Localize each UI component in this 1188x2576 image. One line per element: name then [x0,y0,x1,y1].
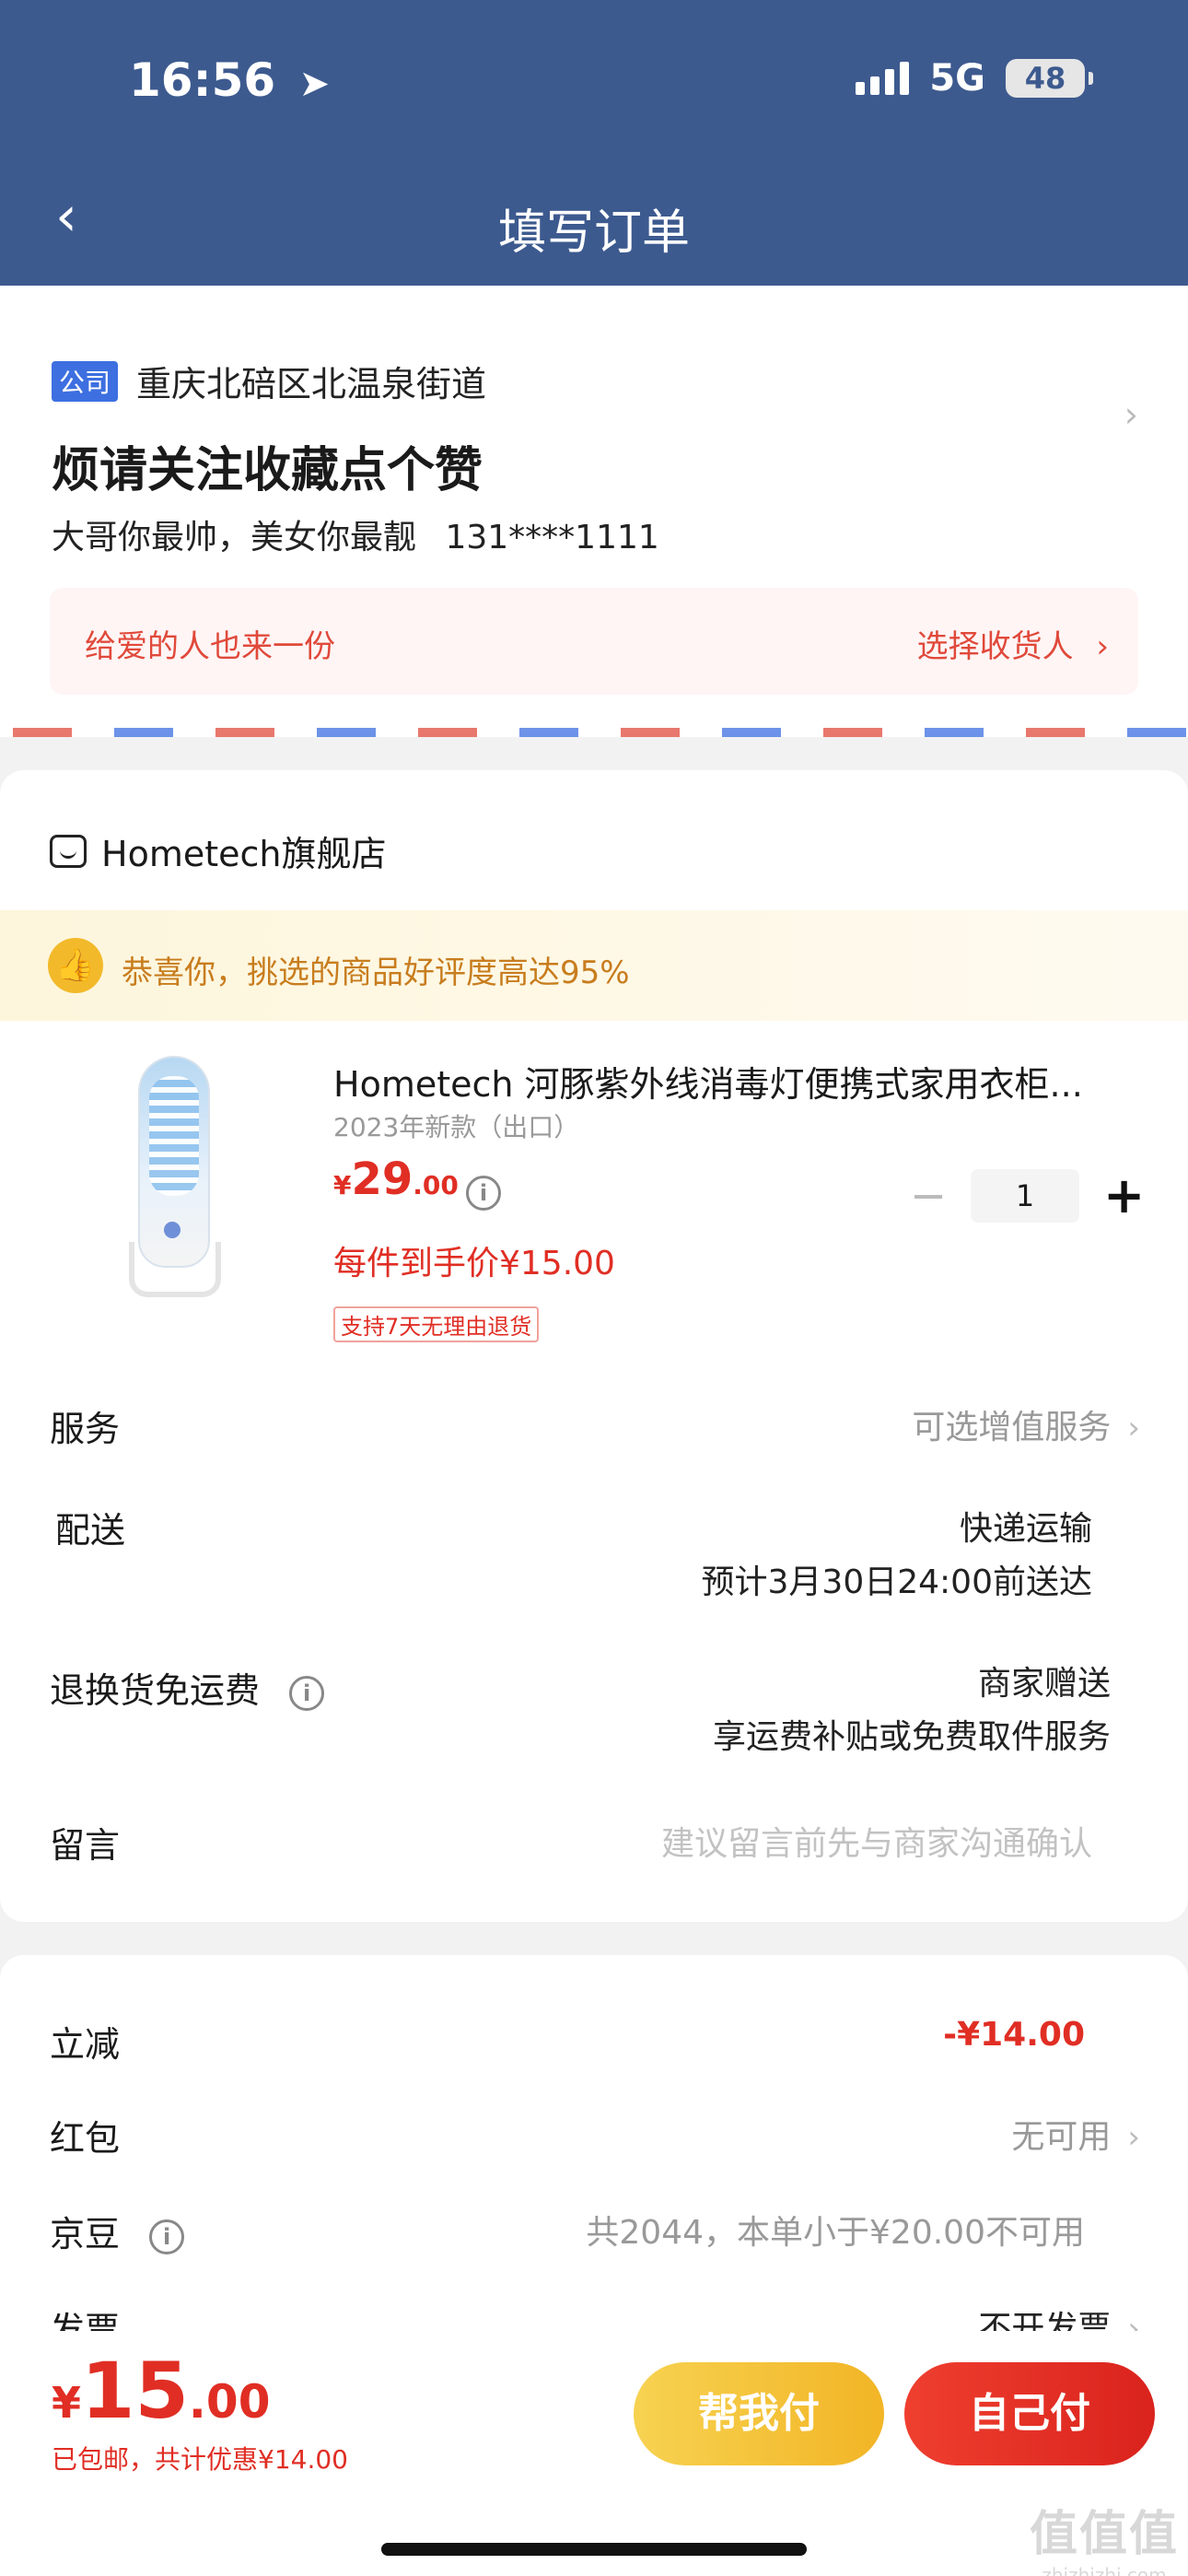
help-pay-button[interactable]: 帮我付 [634,2362,884,2465]
redpacket-row[interactable]: 无可用 › [1011,2110,1140,2158]
return-fee-label: 退换货免运费 i [50,1662,325,1713]
discount-value: -¥14.00 [943,2016,1085,2054]
address-region: 重庆北碚区北温泉街道 [136,364,487,404]
watermark: 值值值 zhizhizhi.com [1030,2495,1179,2576]
total-integer: 15 [81,2346,189,2436]
delivery-method[interactable]: 快递运输 [960,1502,1092,1550]
status-icons: 5G 48 [856,57,1093,100]
delivery-eta: 预计3月30日24:00前送达 [701,1563,1092,1601]
message-label: 留言 [50,1825,121,1866]
watermark-logo: 值值值 [1029,2507,1179,2562]
chevron-right-icon: › [1127,1410,1140,1446]
choose-recipient-link[interactable]: 选择收货人 › [917,621,1109,666]
redpacket-label: 红包 [50,2118,121,2159]
service-value: 可选增值服务 [912,1409,1112,1446]
location-arrow-icon: ➤ [298,63,331,105]
praise-text: 恭喜你，挑选的商品好评度高达95% [122,954,630,991]
jingdou-label: 京豆 i [50,2206,185,2256]
discount-label: 立减 [50,2024,121,2065]
jingdou-info-icon[interactable]: i [149,2219,185,2254]
summary-card: 立减 -¥14.00 红包 无可用 › 京豆 i 共2044，本单小于¥20.00… [0,1955,1188,2360]
time-text: 16:56 [129,53,276,107]
self-pay-button[interactable]: 自己付 [904,2362,1155,2465]
lamp-stand [129,1242,221,1297]
watermark-url: zhizhizhi.com [1042,2564,1167,2576]
quantity-stepper: − 1 + [910,1166,1145,1224]
product-variant: 2023年新款（出口） [333,1112,580,1142]
chevron-right-icon: › [1124,394,1138,435]
status-time: 16:56 ➤ [129,53,330,107]
gift-bar[interactable]: 给爱的人也来一份 选择收货人 › [50,588,1138,695]
store-icon [50,834,87,868]
unit-price: 每件到手价¥15.00 [333,1245,615,1282]
message-input[interactable]: 建议留言前先与商家沟通确认 [661,1817,1092,1865]
total-price: ¥15.00 [52,2346,271,2436]
price-info-icon[interactable]: i [466,1176,501,1211]
home-indicator [381,2543,807,2556]
lamp-button [164,1222,181,1238]
jingdou-text: 京豆 [50,2214,121,2254]
price-symbol: ¥ [333,1170,352,1200]
praise-bar: 👍 恭喜你，挑选的商品好评度高达95% [0,910,1188,1021]
address-card[interactable]: 公司 重庆北碚区北温泉街道 烦请关注收藏点个赞 大哥你最帅，美女你最靓 131*… [0,286,1188,737]
battery-icon: 48 [1006,59,1093,98]
service-label: 服务 [50,1409,121,1449]
service-row[interactable]: 可选增值服务 › [912,1400,1140,1448]
return-fee-info-icon[interactable]: i [289,1675,325,1711]
return-badge: 支持7天无理由退货 [333,1306,540,1342]
delivery-label: 配送 [55,1510,126,1551]
price-decimal: .00 [413,1170,459,1200]
return-fee-text: 退换货免运费 [50,1670,261,1711]
recipient-phone: 131****1111 [445,519,659,556]
total-symbol: ¥ [52,2378,82,2428]
recipient-name: 大哥你最帅，美女你最靓 [52,519,417,556]
signal-icon [856,62,910,95]
store-name: Hometech旗舰店 [101,834,387,874]
airmail-border [0,728,1188,737]
store-header[interactable]: Hometech旗舰店 [50,825,386,876]
address-tag: 公司 [52,360,119,402]
page-title: 填写订单 [497,205,690,261]
price-integer: 29 [351,1153,413,1205]
return-fee-value: 商家赠送 [977,1665,1111,1703]
choose-recipient-label: 选择收货人 [916,628,1074,665]
checkout-bar: ¥15.00 已包邮，共计优惠¥14.00 帮我付 自己付 值值值 zhizhi… [0,2331,1188,2576]
chevron-right-icon: › [1127,2119,1140,2156]
decrease-button[interactable]: − [910,1170,947,1222]
total-decimal: .00 [188,2375,271,2429]
address-contact: 大哥你最帅，美女你最靓 131****1111 [52,510,659,558]
quantity-input[interactable]: 1 [971,1168,1079,1223]
address-region-row: 公司 重庆北碚区北温泉街道 [52,356,486,406]
product-price: ¥29.00 [333,1153,459,1205]
gift-text: 给爱的人也来一份 [85,628,335,665]
total-note: 已包邮，共计优惠¥14.00 [52,2444,348,2475]
chevron-right-icon: › [1096,628,1109,665]
thumbs-up-icon: 👍 [48,938,103,993]
top-nav: 16:56 ➤ 5G 48 ‹ 填写订单 [0,0,1188,286]
store-card: Hometech旗舰店 👍 恭喜你，挑选的商品好评度高达95% Hometech… [0,770,1188,1922]
product-image[interactable] [83,1047,267,1314]
product-name[interactable]: Hometech 河豚紫外线消毒灯便携式家用衣柜... [333,1056,1125,1107]
network-label: 5G [929,57,985,100]
address-title: 烦请关注收藏点个赞 [52,443,483,498]
increase-button[interactable]: + [1103,1166,1145,1224]
lamp-grid [149,1076,199,1196]
jingdou-value: 共2044，本单小于¥20.00不可用 [586,2214,1085,2252]
return-fee-detail: 享运费补贴或免费取件服务 [712,1718,1111,1756]
redpacket-value: 无可用 [1011,2118,1112,2156]
